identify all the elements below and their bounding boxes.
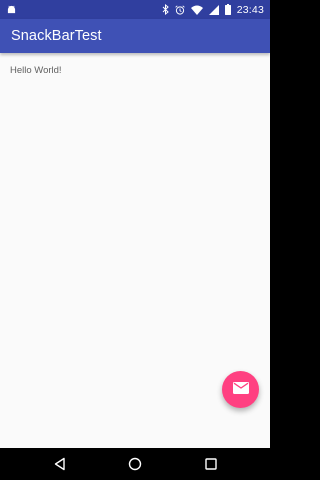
- app-screen: 23:43 SnackBarTest Hello World!: [0, 0, 270, 480]
- wifi-icon: [190, 5, 203, 15]
- email-icon: [232, 381, 249, 399]
- app-title: SnackBarTest: [11, 28, 102, 44]
- app-toolbar: SnackBarTest: [0, 19, 270, 53]
- nav-home-button[interactable]: [127, 456, 143, 472]
- email-fab-button[interactable]: [222, 371, 259, 408]
- battery-icon: [224, 4, 231, 15]
- hello-text: Hello World!: [10, 65, 62, 76]
- status-time: 23:43: [236, 3, 264, 16]
- bluetooth-icon: [162, 4, 169, 15]
- android-notification-icon: [7, 1, 16, 19]
- nav-back-button[interactable]: [52, 456, 68, 472]
- nav-recent-apps-button[interactable]: [203, 456, 219, 472]
- system-nav-bar: [0, 448, 270, 480]
- recent-apps-square-icon: [205, 458, 217, 470]
- back-triangle-icon: [54, 457, 65, 471]
- status-bar: 23:43: [0, 0, 270, 19]
- home-circle-icon: [128, 457, 142, 471]
- alarm-icon: [175, 4, 185, 15]
- cell-signal-icon: [208, 4, 219, 15]
